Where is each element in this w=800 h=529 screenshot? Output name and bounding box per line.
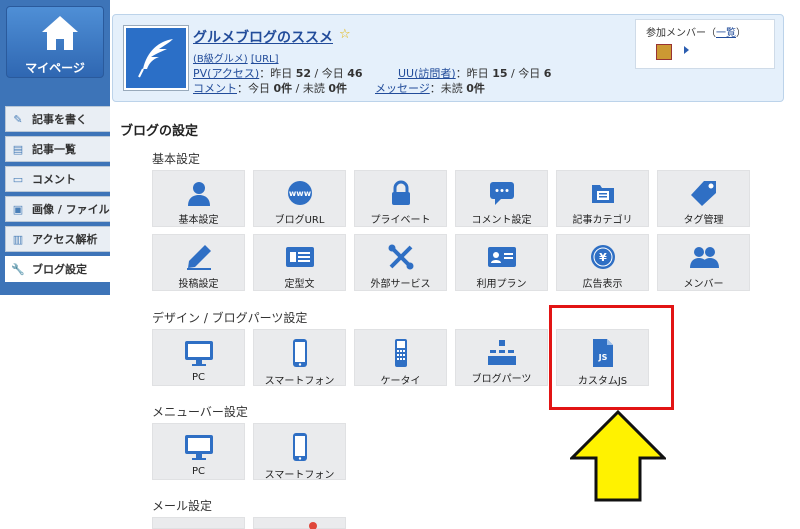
folder-icon — [591, 185, 614, 203]
page-title: ブログの設定 — [120, 124, 199, 139]
image-icon: ▣ — [12, 202, 24, 216]
sidebar-item-label: アクセス解析 — [32, 233, 98, 246]
members-icon — [689, 247, 719, 268]
monitor-icon — [184, 341, 213, 366]
tile-post-category[interactable]: 記事カテゴリ — [556, 170, 649, 227]
feature-phone-icon — [394, 339, 407, 367]
www-globe-icon: www — [287, 181, 312, 205]
smartphone-icon — [292, 433, 307, 461]
tile-menubar-pc[interactable]: PC — [152, 423, 245, 480]
tools-icon — [388, 244, 413, 270]
tile-design-feature-phone[interactable]: ケータイ — [354, 329, 447, 387]
tile-mail-1[interactable] — [152, 517, 245, 529]
tile-menubar-smartphone[interactable]: スマートフォン — [253, 423, 346, 481]
pencil-icon: ✎ — [13, 112, 23, 126]
mypage-button[interactable]: マイページ — [6, 6, 104, 78]
message-link[interactable]: メッセージ — [375, 82, 430, 95]
document-list-icon: ▤ — [12, 142, 24, 156]
tile-post-settings[interactable]: 投稿設定 — [152, 234, 245, 291]
lock-icon — [391, 180, 410, 205]
tile-template[interactable]: 定型文 — [253, 234, 346, 291]
tile-plan[interactable]: 利用プラン — [455, 234, 548, 291]
caret-right-icon[interactable] — [684, 46, 689, 54]
tile-basic-settings[interactable]: 基本設定 — [152, 170, 245, 227]
pencil-icon — [186, 245, 211, 270]
category-link[interactable]: (B級グルメ) — [193, 54, 248, 65]
template-icon — [285, 247, 314, 267]
sidebar-menu: ✎ 記事を書く ▤ 記事一覧 ▭ コメント ▣ 画像 / ファイル ▥ アクセス… — [5, 106, 110, 286]
monitor-icon — [184, 435, 213, 460]
pv-link[interactable]: PV(アクセス) — [193, 67, 259, 80]
sidebar-item-label: ブログ設定 — [32, 263, 87, 276]
tile-design-blog-parts[interactable]: ブログパーツ — [455, 329, 548, 386]
url-link[interactable]: [URL] — [251, 54, 279, 65]
sidebar-item-label: 記事一覧 — [32, 143, 76, 156]
members-list-link[interactable]: 一覧 — [716, 28, 736, 39]
uu-stat: UU(訪問者)：昨日 15 / 今日 6 — [398, 67, 552, 80]
tile-private[interactable]: プライベート — [354, 170, 447, 227]
sidebar-item-label: コメント — [32, 173, 76, 186]
sidebar-item-label: 記事を書く — [32, 113, 87, 126]
blog-parts-icon — [487, 340, 516, 365]
member-avatar[interactable] — [656, 44, 672, 60]
pv-stat: PV(アクセス)：昨日 52 / 今日 46 — [193, 67, 363, 80]
section-basic-title: 基本設定 — [152, 152, 201, 166]
tile-members[interactable]: メンバー — [657, 234, 750, 291]
message-stat: メッセージ：未読 0件 — [375, 82, 485, 95]
sidebar-item-write-post[interactable]: ✎ 記事を書く — [5, 106, 110, 132]
up-arrow-icon — [570, 410, 666, 502]
tile-blog-url[interactable]: www ブログURL — [253, 170, 346, 227]
tile-design-pc[interactable]: PC — [152, 329, 245, 386]
tag-icon — [690, 181, 716, 206]
highlight-box — [549, 305, 674, 410]
tile-tag-management[interactable]: タグ管理 — [657, 170, 750, 227]
comment-link[interactable]: コメント — [193, 82, 237, 95]
members-title: 参加メンバー（一覧） — [646, 28, 746, 39]
blog-header: グルメブログのススメ ☆ (B級グルメ) [URL] PV(アクセス)：昨日 5… — [112, 14, 784, 102]
section-design-title: デザイン / ブログパーツ設定 — [152, 311, 308, 325]
svg-text:www: www — [288, 189, 311, 198]
tile-comment-settings[interactable]: コメント設定 — [455, 170, 548, 227]
blog-logo[interactable] — [123, 25, 189, 91]
tile-ad-display[interactable]: ¥ 広告表示 — [556, 234, 649, 291]
uu-link[interactable]: UU(訪問者) — [398, 67, 456, 80]
sidebar-item-post-list[interactable]: ▤ 記事一覧 — [5, 136, 110, 162]
blog-title-link[interactable]: グルメブログのススメ — [193, 27, 333, 47]
yen-coin-icon: ¥ — [590, 245, 615, 269]
house-icon — [42, 16, 78, 50]
members-box: 参加メンバー（一覧） — [635, 19, 775, 69]
section-menubar-title: メニューバー設定 — [152, 405, 248, 419]
section-mail-title: メール設定 — [152, 499, 213, 513]
blog-subinfo: (B級グルメ) [URL] — [193, 50, 279, 65]
user-icon — [187, 182, 210, 206]
smartphone-icon — [292, 339, 307, 367]
comment-stat: コメント：今日 0件 / 未読 0件 — [193, 82, 348, 95]
tile-design-smartphone[interactable]: スマートフォン — [253, 329, 346, 387]
sidebar-item-images[interactable]: ▣ 画像 / ファイル — [5, 196, 110, 222]
pin-icon — [309, 522, 317, 529]
bar-chart-icon: ▥ — [12, 232, 24, 246]
wrench-icon: 🔧 — [11, 262, 25, 276]
sidebar-item-label: 画像 / ファイル — [32, 203, 110, 216]
sidebar-item-comments[interactable]: ▭ コメント — [5, 166, 110, 192]
id-card-icon — [487, 247, 516, 267]
tile-mail-2[interactable] — [253, 517, 346, 529]
tile-external-services[interactable]: 外部サービス — [354, 234, 447, 291]
sidebar-item-blog-settings[interactable]: 🔧 ブログ設定 — [5, 256, 110, 282]
sidebar-item-analytics[interactable]: ▥ アクセス解析 — [5, 226, 110, 252]
comment-icon: ▭ — [12, 172, 24, 186]
quill-icon — [138, 39, 173, 78]
svg-text:¥: ¥ — [599, 251, 607, 264]
star-icon[interactable]: ☆ — [339, 27, 351, 42]
mypage-label: マイページ — [25, 61, 85, 75]
comment-bubble-icon — [489, 182, 514, 205]
